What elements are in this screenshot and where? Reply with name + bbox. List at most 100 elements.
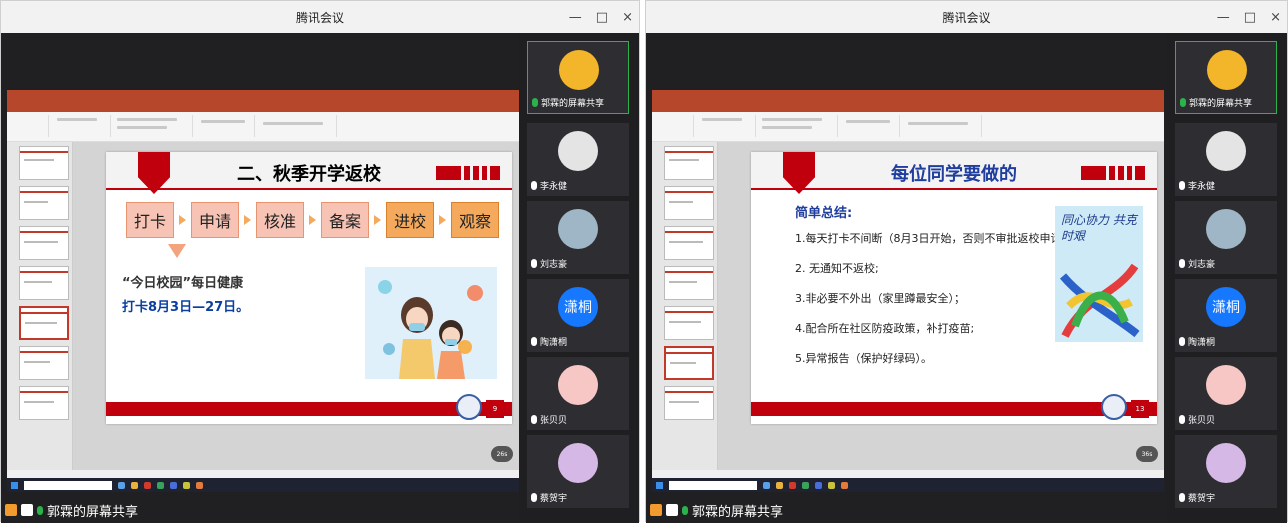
slide-subtitle: 简单总结: [795, 206, 853, 221]
mic-icon [531, 415, 537, 424]
arrow-down-icon [168, 244, 186, 258]
window-title: 腾讯会议 [295, 10, 344, 25]
flow-step: 备案 [321, 202, 370, 238]
maximize-button[interactable]: □ [596, 10, 608, 25]
taskbar-app-icon[interactable] [776, 481, 783, 489]
title-bar: 腾讯会议 — □ × [1, 1, 639, 33]
students-mask-illustration [365, 267, 497, 379]
mic-icon [531, 259, 537, 268]
minimize-button[interactable]: — [569, 10, 582, 25]
participant-tile[interactable]: 李永健 [1175, 123, 1277, 196]
mic-icon [532, 98, 538, 107]
taskbar-app-icon[interactable] [789, 481, 796, 489]
screen-share-label: 郭霖的屏幕共享 [650, 501, 783, 520]
flow-step: 进校 [386, 202, 435, 238]
shared-screen: 二、秋季开学返校 打卡 申请 核准 备案 进校 观察 “今日校园”每日健康 打卡… [7, 90, 519, 492]
minimize-button[interactable]: — [1217, 10, 1230, 25]
taskbar-app-icon[interactable] [841, 481, 848, 489]
taskbar-app-icon[interactable] [131, 481, 138, 489]
list-item: 2. 无通知不返校; [795, 262, 879, 275]
participant-tile[interactable]: 蔡贺宇 [527, 435, 629, 508]
participant-list: 郭霖的屏幕共享 李永健 刘志豪 潇桐 陶潇桐 张贝贝 蔡贺宇 [1167, 33, 1287, 523]
list-item: 4.配合所在社区防疫政策，补打疫苗; [795, 322, 975, 335]
avatar [558, 131, 598, 171]
ppt-status-bar [652, 470, 1164, 478]
mic-icon [1179, 259, 1185, 268]
participant-tile[interactable]: 郭霖的屏幕共享 [527, 41, 629, 114]
mic-icon [531, 337, 537, 346]
taskbar-app-icon[interactable] [157, 481, 164, 489]
windows-logo-icon[interactable] [11, 481, 18, 489]
taskbar-app-icon[interactable] [763, 481, 770, 489]
user-icon [650, 504, 662, 516]
current-slide: 每位同学要做的 简单总结: 1.每天打卡不间断（8月3日开始，否则不审批返校申请… [751, 152, 1157, 424]
arrow-right-icon [439, 215, 447, 225]
slide-edit-area: 每位同学要做的 简单总结: 1.每天打卡不间断（8月3日开始，否则不审批返校申请… [718, 142, 1164, 470]
taskbar-app-icon[interactable] [815, 481, 822, 489]
participant-tile[interactable]: 刘志豪 [527, 201, 629, 274]
windows-logo-icon[interactable] [656, 481, 663, 489]
mic-icon [37, 505, 43, 515]
screen-icon [21, 504, 33, 516]
slide-thumbnails[interactable] [652, 142, 718, 470]
flow-step: 核准 [256, 202, 305, 238]
taskbar-search[interactable] [24, 480, 112, 490]
taskbar-app-icon[interactable] [118, 481, 125, 489]
participant-tile[interactable]: 张贝贝 [527, 357, 629, 430]
close-button[interactable]: × [622, 10, 633, 25]
mic-icon [1179, 415, 1185, 424]
avatar [1207, 50, 1247, 90]
shared-screen-area: 每位同学要做的 简单总结: 1.每天打卡不间断（8月3日开始，否则不审批返校申请… [646, 33, 1168, 523]
windows-taskbar [652, 478, 1164, 492]
mic-icon [1179, 337, 1185, 346]
screen-icon [666, 504, 678, 516]
windows-taskbar [7, 478, 519, 492]
school-seal-icon [456, 394, 482, 420]
taskbar-app-icon[interactable] [144, 481, 151, 489]
flow-step: 打卡 [126, 202, 175, 238]
ppt-ribbon-tabs [652, 102, 1164, 112]
slide-text: “今日校园”每日健康 [122, 276, 244, 291]
screen-share-label: 郭霖的屏幕共享 [5, 501, 138, 520]
slide-edit-area: 二、秋季开学返校 打卡 申请 核准 备案 进校 观察 “今日校园”每日健康 打卡… [73, 142, 519, 470]
maximize-button[interactable]: □ [1244, 10, 1256, 25]
avatar [1206, 443, 1246, 483]
timer-bubble: 26s [491, 446, 513, 462]
ppt-ribbon-tabs [7, 102, 519, 112]
mic-icon [1179, 493, 1185, 502]
flow-step: 观察 [451, 202, 500, 238]
list-item: 1.每天打卡不间断（8月3日开始，否则不审批返校申请）； [795, 232, 1078, 245]
avatar [559, 50, 599, 90]
close-button[interactable]: × [1270, 10, 1281, 25]
mic-icon [531, 181, 537, 190]
shared-screen: 每位同学要做的 简单总结: 1.每天打卡不间断（8月3日开始，否则不审批返校申请… [652, 90, 1164, 492]
participant-tile[interactable]: 郭霖的屏幕共享 [1175, 41, 1277, 114]
arrow-right-icon [309, 215, 317, 225]
list-item: 3.非必要不外出（家里蹲最安全）； [795, 292, 965, 305]
taskbar-search[interactable] [669, 480, 757, 490]
participant-tile[interactable]: 李永健 [527, 123, 629, 196]
avatar: 潇桐 [558, 287, 598, 327]
mic-icon [531, 493, 537, 502]
taskbar-app-icon[interactable] [170, 481, 177, 489]
ppt-title-bar [7, 90, 519, 102]
participant-tile[interactable]: 蔡贺宇 [1175, 435, 1277, 508]
taskbar-app-icon[interactable] [183, 481, 190, 489]
ppt-ribbon [7, 112, 519, 142]
slide-thumbnails[interactable] [7, 142, 73, 470]
list-item: 5.异常报告（保护好绿码）。 [795, 352, 932, 365]
participant-tile[interactable]: 刘志豪 [1175, 201, 1277, 274]
participant-tile[interactable]: 潇桐 陶潇桐 [1175, 279, 1277, 352]
slide-number: 9 [486, 400, 504, 418]
participant-tile[interactable]: 潇桐 陶潇桐 [527, 279, 629, 352]
timer-bubble: 36s [1136, 446, 1158, 462]
taskbar-app-icon[interactable] [828, 481, 835, 489]
avatar [1206, 131, 1246, 171]
taskbar-app-icon[interactable] [196, 481, 203, 489]
meeting-window-left: 腾讯会议 — □ × 二、秋季开学返校 打卡 申请 核准 备案 进校 观察 “今… [0, 0, 640, 523]
avatar [1206, 209, 1246, 249]
process-flow: 打卡 申请 核准 备案 进校 观察 [126, 202, 500, 238]
participant-tile[interactable]: 张贝贝 [1175, 357, 1277, 430]
slide-text: 打卡8月3日—27日。 [122, 300, 250, 315]
taskbar-app-icon[interactable] [802, 481, 809, 489]
